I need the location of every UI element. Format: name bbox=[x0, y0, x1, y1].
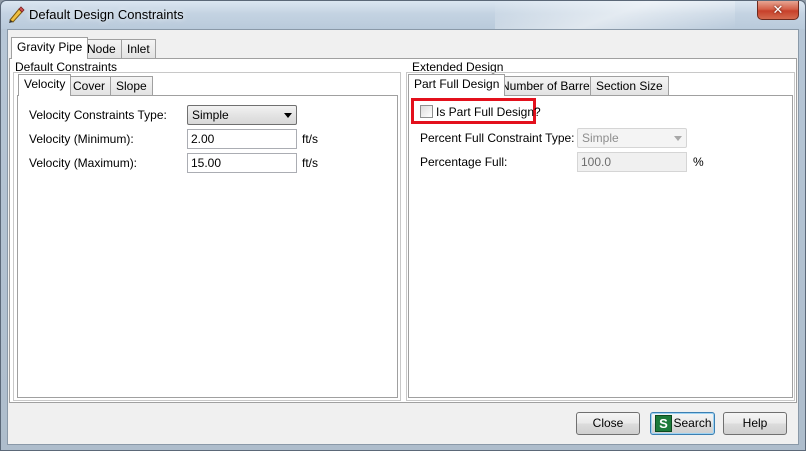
tab-number-of-barrels[interactable]: Number of Barrels bbox=[495, 76, 605, 96]
tab-part-full-design[interactable]: Part Full Design bbox=[408, 74, 506, 96]
tab-gravity-pipe[interactable]: Gravity Pipe bbox=[11, 37, 89, 59]
chevron-down-icon bbox=[674, 136, 682, 141]
window-close-button[interactable]: ✕ bbox=[757, 1, 799, 20]
is-part-full-label[interactable]: Is Part Full Design? bbox=[436, 105, 541, 119]
search-logo-icon: S bbox=[655, 415, 672, 432]
pencil-icon bbox=[9, 6, 25, 23]
tab-inlet[interactable]: Inlet bbox=[121, 39, 156, 59]
velocity-type-value: Simple bbox=[192, 108, 229, 122]
tab-cover[interactable]: Cover bbox=[67, 76, 112, 96]
velocity-max-label: Velocity (Maximum): bbox=[29, 156, 138, 170]
velocity-type-label: Velocity Constraints Type: bbox=[29, 108, 167, 122]
velocity-max-input[interactable]: 15.00 bbox=[187, 153, 297, 173]
percentage-full-label: Percentage Full: bbox=[420, 155, 508, 169]
percentage-full-unit: % bbox=[693, 155, 704, 169]
chevron-down-icon bbox=[284, 113, 292, 118]
search-button[interactable]: S Search bbox=[650, 412, 715, 435]
dialog-window: Default Design Constraints ✕ Gravity Pip… bbox=[0, 0, 806, 451]
percentage-full-input[interactable]: 100.0 bbox=[577, 152, 687, 172]
velocity-min-label: Velocity (Minimum): bbox=[29, 132, 134, 146]
percent-type-select[interactable]: Simple bbox=[577, 128, 687, 148]
tab-section-size[interactable]: Section Size bbox=[590, 76, 669, 96]
velocity-panel: Velocity Constraints Type: Simple Veloci… bbox=[17, 95, 398, 398]
window-title: Default Design Constraints bbox=[29, 7, 184, 22]
title-bar[interactable]: Default Design Constraints ✕ bbox=[1, 1, 805, 29]
velocity-min-unit: ft/s bbox=[302, 132, 319, 146]
tab-velocity[interactable]: Velocity bbox=[18, 74, 72, 96]
velocity-type-select[interactable]: Simple bbox=[187, 105, 297, 125]
percent-type-label: Percent Full Constraint Type: bbox=[420, 131, 575, 145]
gravity-pipe-panel: Default Constraints Velocity Cover Slope… bbox=[9, 58, 797, 403]
close-button[interactable]: Close bbox=[576, 412, 640, 435]
percent-type-value: Simple bbox=[582, 131, 619, 145]
tab-slope[interactable]: Slope bbox=[110, 76, 153, 96]
help-button[interactable]: Help bbox=[723, 412, 787, 435]
velocity-max-unit: ft/s bbox=[302, 156, 319, 170]
part-full-design-panel: Is Part Full Design? Percent Full Constr… bbox=[408, 95, 793, 398]
is-part-full-checkbox[interactable] bbox=[420, 105, 433, 118]
search-button-label: Search bbox=[673, 416, 712, 430]
velocity-min-input[interactable]: 2.00 bbox=[187, 129, 297, 149]
dialog-client: Gravity Pipe Node Inlet Default Constrai… bbox=[7, 29, 799, 445]
